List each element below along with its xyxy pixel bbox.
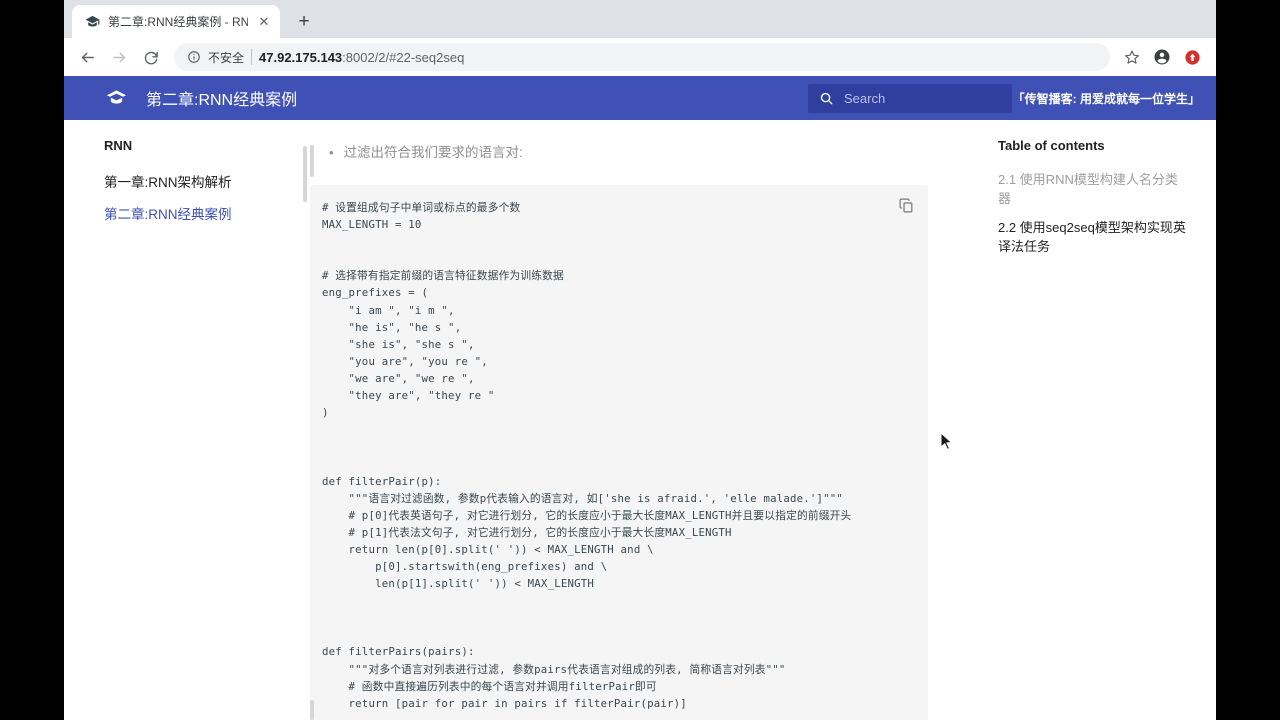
web-page: 第二章:RNN经典案例 Search 「传智播客: 用爱成就每一位学生」 RNN… (64, 76, 1216, 720)
brand-slogan: 「传智播客: 用爱成就每一位学生」 (1012, 91, 1200, 106)
back-button[interactable] (72, 42, 102, 72)
search-input[interactable]: Search (808, 84, 1012, 113)
sidebar-item-chapter1[interactable]: 第一章:RNN架构解析 (104, 165, 297, 197)
url-host: 47.92.175.143 (259, 49, 343, 65)
code-block: # 设置组成句子中单词或标点的最多个数 MAX_LENGTH = 10 # 选择… (310, 185, 928, 720)
content-scroll-marker (310, 145, 314, 177)
toc-item-2-2[interactable]: 2.2 使用seq2seq模型架构实现英译法任务 (998, 213, 1188, 261)
code-text: # 设置组成句子中单词或标点的最多个数 MAX_LENGTH = 10 # 选择… (322, 201, 852, 710)
graduation-cap-icon (84, 14, 100, 30)
tab-strip: 第二章:RNN经典案例 - RNN ✕ + (64, 0, 1216, 38)
search-icon (818, 91, 834, 107)
toc-title: Table of contents (998, 138, 1105, 153)
sidebar-title: RNN (104, 138, 133, 153)
close-icon[interactable]: ✕ (256, 14, 272, 30)
sidebar-navigation: RNN 第一章:RNN架构解析 第二章:RNN经典案例 (64, 120, 309, 720)
browser-tab-active[interactable]: 第二章:RNN经典案例 - RNN ✕ (72, 5, 280, 38)
url-path: :8002/2/#22-seq2seq (342, 49, 465, 65)
sidebar-scrollbar[interactable] (303, 146, 307, 202)
security-status-label: 不安全 (208, 50, 245, 65)
toc-item-2-1[interactable]: 2.1 使用RNN模型构建人名分类器 (998, 165, 1188, 213)
sidebar-item-chapter2[interactable]: 第二章:RNN经典案例 (104, 197, 297, 229)
star-icon[interactable] (1118, 43, 1146, 71)
browser-window: 第二章:RNN经典案例 - RNN ✕ + 不安全 47.92.175.143:… (64, 0, 1216, 720)
graduation-cap-icon[interactable] (104, 86, 128, 110)
address-bar[interactable]: 不安全 47.92.175.143:8002/2/#22-seq2seq (174, 43, 1110, 71)
forward-button[interactable] (104, 42, 134, 72)
list-item: • 过滤出符合我们要求的语言对: (309, 138, 986, 163)
page-content: RNN 第一章:RNN架构解析 第二章:RNN经典案例 • 过滤出符合我们要求的… (64, 120, 1216, 720)
omnibox-divider (251, 49, 253, 65)
url-text: 47.92.175.143:8002/2/#22-seq2seq (259, 50, 464, 65)
new-tab-button[interactable]: + (290, 7, 318, 35)
site-header: 第二章:RNN经典案例 Search 「传智播客: 用爱成就每一位学生」 (64, 76, 1216, 120)
browser-toolbar: 不安全 47.92.175.143:8002/2/#22-seq2seq (64, 38, 1216, 76)
table-of-contents: Table of contents 2.1 使用RNN模型构建人名分类器 2.2… (986, 120, 1216, 720)
main-content: • 过滤出符合我们要求的语言对: # 设置组成句子中单词或标点的最多个数 MAX… (309, 120, 986, 720)
page-title: 第二章:RNN经典案例 (146, 92, 298, 109)
bullet-icon: • (329, 145, 334, 160)
red-alert-icon[interactable] (1178, 43, 1206, 71)
tab-title: 第二章:RNN经典案例 - RNN (108, 15, 248, 29)
copy-icon[interactable] (898, 197, 916, 215)
info-circle-icon[interactable] (186, 50, 201, 65)
search-placeholder: Search (844, 91, 886, 106)
reload-button[interactable] (136, 42, 166, 72)
list-item-label: 过滤出符合我们要求的语言对: (343, 145, 523, 160)
account-circle-icon[interactable] (1148, 43, 1176, 71)
